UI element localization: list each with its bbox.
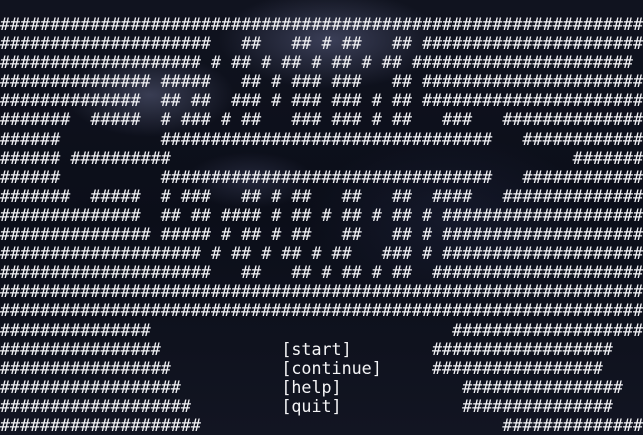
menu-row-left-border: ################ bbox=[0, 338, 161, 359]
art-line: ############### ################### bbox=[0, 319, 643, 340]
menu-row-left-border: ################# bbox=[0, 357, 171, 378]
menu-quit-option[interactable]: [quit] bbox=[281, 396, 341, 416]
art-line: ###### #################################… bbox=[0, 166, 643, 187]
menu-row-suffix bbox=[352, 339, 432, 359]
art-line: ########################################… bbox=[0, 300, 643, 321]
menu-help-option[interactable]: [help] bbox=[281, 377, 341, 397]
menu-row-right-border: ############## bbox=[502, 414, 643, 435]
art-line: ########################################… bbox=[0, 14, 643, 34]
menu-row-left-border: ################### bbox=[0, 395, 191, 416]
menu-continue-option[interactable]: [continue] bbox=[281, 358, 381, 378]
art-line: ########################################… bbox=[0, 281, 643, 302]
art-line: ####### ##### # ### ## # ## ## ## #### #… bbox=[0, 185, 643, 206]
art-line: ############### ##### # ## # ## ## ## # … bbox=[0, 224, 643, 245]
art-line: ##################### ## ## # ## ## ####… bbox=[0, 33, 643, 54]
menu-row-suffix bbox=[342, 396, 463, 416]
menu-row-gap bbox=[181, 377, 281, 397]
menu-start-option[interactable]: [start] bbox=[281, 339, 351, 359]
menu-row: ################ [start] ###############… bbox=[0, 338, 643, 359]
menu-row-gap bbox=[161, 339, 282, 359]
art-line: ###### ########## ####### bbox=[0, 147, 643, 168]
menu-row-gap bbox=[191, 396, 281, 416]
menu-row-blank bbox=[201, 415, 502, 435]
game-screen: ########################################… bbox=[0, 0, 643, 435]
ascii-title-art: ########################################… bbox=[0, 14, 643, 435]
menu-row-left-border: #################### bbox=[0, 414, 201, 435]
menu-row-suffix bbox=[382, 358, 432, 378]
art-line: ############## ## ## #### # ## # ## # ##… bbox=[0, 204, 643, 225]
art-line: #################### # ## # ## # ## # ##… bbox=[0, 52, 633, 73]
menu-row-suffix bbox=[342, 377, 463, 397]
menu-row-left-border: ################## bbox=[0, 376, 181, 397]
art-line: ############## ## ## ### # ### ### # ## … bbox=[0, 90, 643, 111]
art-line: ###### #################################… bbox=[0, 128, 643, 149]
menu-row: ################# [continue] ###########… bbox=[0, 357, 643, 378]
menu-row-right-border: ################## bbox=[432, 338, 613, 359]
menu-row-gap bbox=[171, 358, 282, 378]
art-line: ############### ##### ## # ### ### ## ##… bbox=[0, 71, 643, 92]
art-line: ##################### ## ## # ## # ## ##… bbox=[0, 262, 643, 283]
menu-row-right-border: ################# bbox=[432, 357, 603, 378]
menu-row-right-border: ################ bbox=[462, 376, 623, 397]
menu-row: ################## [help] ##############… bbox=[0, 376, 643, 397]
art-line: ####### ##### # ### # ## ### ### # ## ##… bbox=[0, 109, 643, 130]
menu-row-right-border: ############### bbox=[462, 395, 613, 416]
menu-row: ################### [quit] #############… bbox=[0, 395, 643, 416]
menu-row: #################### ############## bbox=[0, 414, 643, 435]
art-line: #################### # ## # ## # ## ### … bbox=[0, 243, 643, 264]
